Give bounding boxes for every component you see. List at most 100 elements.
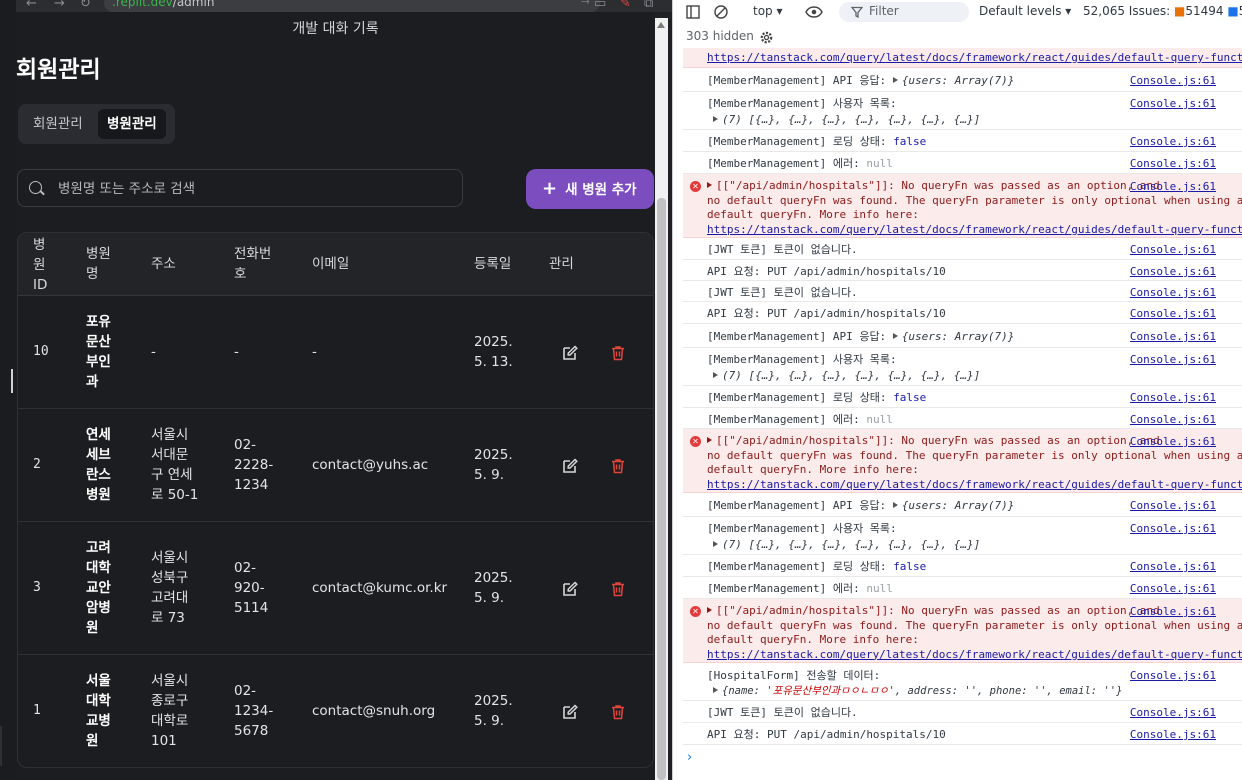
back-icon[interactable]: ← xyxy=(26,0,37,11)
delete-icon[interactable] xyxy=(609,580,627,598)
forward-icon[interactable]: → xyxy=(54,0,65,11)
device-icon[interactable]: ▭ xyxy=(594,0,606,11)
search-icon xyxy=(29,181,42,194)
delete-icon[interactable] xyxy=(609,344,627,362)
address-go-icon[interactable]: → xyxy=(581,0,590,10)
cell-date: 2025. 5. 13. xyxy=(474,334,513,370)
log-source[interactable]: Console.js:61 xyxy=(1130,242,1216,257)
log-source[interactable]: Console.js:61 xyxy=(1130,306,1216,321)
log-object-line: (7) [{…}, {…}, {…}, {…}, {…}, {…}, {…}] xyxy=(713,368,980,383)
log-source[interactable]: Console.js:61 xyxy=(1130,352,1216,367)
log-source[interactable]: Console.js:61 xyxy=(1130,604,1216,619)
log-value: false xyxy=(893,135,927,148)
cell-phone: - xyxy=(234,344,239,360)
filter-input[interactable]: Filter xyxy=(839,2,969,22)
delete-icon[interactable] xyxy=(609,703,627,721)
address-host: .replit.dev xyxy=(112,0,173,9)
open-tab-icon[interactable]: ⧉ xyxy=(644,0,653,11)
log-source[interactable]: Console.js:61 xyxy=(1130,581,1216,596)
log-source[interactable]: Console.js:61 xyxy=(1130,134,1216,149)
log-source[interactable]: Console.js:61 xyxy=(1130,434,1216,449)
scroll-thumb[interactable] xyxy=(657,198,666,780)
log-link[interactable]: https://tanstack.com/query/latest/docs/f… xyxy=(707,478,1242,491)
console-log: [MemberManagement] 에러: null Console.js:61 xyxy=(683,408,1242,429)
log-text: [MemberManagement] 로딩 상태: false xyxy=(707,559,926,574)
log-link[interactable]: https://tanstack.com/query/latest/docs/f… xyxy=(707,51,1242,64)
log-source[interactable]: Console.js:61 xyxy=(1130,521,1216,536)
table-row: 10 포유 문산 부인 과 - - - 2025. 5. 13. xyxy=(18,296,653,409)
edit-icon[interactable] xyxy=(561,457,579,475)
log-source[interactable]: Console.js:61 xyxy=(1130,559,1216,574)
edit-icon[interactable] xyxy=(561,703,579,721)
sidebar-toggle-icon[interactable] xyxy=(685,4,701,20)
address-bar[interactable]: .replit.dev/admin → xyxy=(104,0,600,12)
settings-gear-icon[interactable] xyxy=(759,30,774,45)
log-object[interactable]: (7) [{…}, {…}, {…}, {…}, {…}, {…}, {…}] xyxy=(722,369,980,382)
log-source[interactable]: Console.js:61 xyxy=(1130,96,1216,111)
filter-placeholder: Filter xyxy=(869,4,899,18)
expand-icon[interactable] xyxy=(892,502,898,508)
log-value: false xyxy=(893,560,927,573)
log-source[interactable]: Console.js:61 xyxy=(1130,156,1216,171)
search-input[interactable] xyxy=(58,179,448,199)
edit-icon[interactable] xyxy=(561,344,579,362)
expand-icon[interactable] xyxy=(892,333,898,339)
log-text: [MemberManagement] API 응답: {users: Array… xyxy=(707,73,1014,88)
header-phone: 전화번 호 xyxy=(234,246,272,282)
scroll-up-icon[interactable] xyxy=(657,22,665,28)
console-error: ✕ [["/api/admin/hospitals"]]: No queryFn … xyxy=(683,429,1242,493)
log-link[interactable]: https://tanstack.com/query/latest/docs/f… xyxy=(707,648,1242,661)
log-object[interactable]: {users: Array(7)} xyxy=(902,499,1015,512)
expand-icon[interactable] xyxy=(713,372,718,378)
context-selector[interactable]: top ▾ xyxy=(753,4,783,18)
console-prompt-icon[interactable]: › xyxy=(687,750,692,765)
page-scrollbar[interactable] xyxy=(655,18,668,780)
log-value: false xyxy=(893,391,927,404)
expand-icon[interactable] xyxy=(707,607,712,613)
reload-icon[interactable]: ↻ xyxy=(80,0,91,11)
cell-address: - xyxy=(151,344,156,360)
log-source[interactable]: Console.js:61 xyxy=(1130,390,1216,405)
issues-counter[interactable]: 52,065 Issues: ■51494 ■57 xyxy=(1083,4,1242,18)
log-source[interactable]: Console.js:61 xyxy=(1130,498,1216,513)
table-row: 3 고려 대학 교안 암병 원 서울시 성북구 고려대 로 73 02- 920… xyxy=(18,522,653,655)
expand-icon[interactable] xyxy=(713,541,718,547)
log-object-post: , address: '', phone: '', email: ''} xyxy=(894,685,1123,697)
log-source[interactable]: Console.js:61 xyxy=(1130,285,1216,300)
expand-icon[interactable] xyxy=(707,182,712,188)
log-source[interactable]: Console.js:61 xyxy=(1130,727,1216,742)
log-source[interactable]: Console.js:61 xyxy=(1130,179,1216,194)
eye-icon[interactable] xyxy=(805,4,823,20)
log-object[interactable]: {users: Array(7)} xyxy=(902,74,1015,87)
log-object[interactable]: (7) [{…}, {…}, {…}, {…}, {…}, {…}, {…}] xyxy=(722,113,980,126)
clear-console-icon[interactable] xyxy=(713,4,729,20)
log-source[interactable]: Console.js:61 xyxy=(1130,412,1216,427)
log-object[interactable]: {users: Array(7)} xyxy=(902,330,1015,343)
devtools-icon[interactable]: ✎ xyxy=(620,0,631,11)
console-error: ✕ [["/api/admin/hospitals"]]: No queryFn … xyxy=(683,599,1242,663)
delete-icon[interactable] xyxy=(609,457,627,475)
expand-icon[interactable] xyxy=(892,77,898,83)
expand-icon[interactable] xyxy=(707,437,712,443)
log-source[interactable]: Console.js:61 xyxy=(1130,264,1216,279)
console-error-tail: https://tanstack.com/query/latest/docs/f… xyxy=(683,48,1242,68)
log-source[interactable]: Console.js:61 xyxy=(1130,329,1216,344)
log-link[interactable]: https://tanstack.com/query/latest/docs/f… xyxy=(707,223,1242,236)
cell-name: 연세 세브 란스 병원 xyxy=(86,427,111,503)
log-object[interactable]: (7) [{…}, {…}, {…}, {…}, {…}, {…}, {…}] xyxy=(722,538,980,551)
log-source[interactable]: Console.js:61 xyxy=(1130,73,1216,88)
log-source[interactable]: Console.js:61 xyxy=(1130,668,1216,683)
add-hospital-button[interactable]: + 새 병원 추가 xyxy=(526,169,654,209)
console-error: ✕ [["/api/admin/hospitals"]]: No queryFn … xyxy=(683,174,1242,238)
tab-hospitals[interactable]: 병원관리 xyxy=(98,109,166,139)
resize-handle[interactable] xyxy=(11,369,13,393)
dev-history-label[interactable]: 개발 대화 기록 xyxy=(16,18,655,38)
expand-icon[interactable] xyxy=(713,116,718,122)
expand-icon[interactable] xyxy=(713,687,718,693)
log-source[interactable]: Console.js:61 xyxy=(1130,705,1216,720)
edit-icon[interactable] xyxy=(561,580,579,598)
tab-members[interactable]: 회원관리 xyxy=(24,109,92,139)
log-levels-dropdown[interactable]: Default levels ▾ xyxy=(979,4,1071,18)
log-text: API 요청: PUT /api/admin/hospitals/10 xyxy=(707,728,946,741)
cell-address: 서울시 종로구 대학로 101 xyxy=(151,673,189,749)
